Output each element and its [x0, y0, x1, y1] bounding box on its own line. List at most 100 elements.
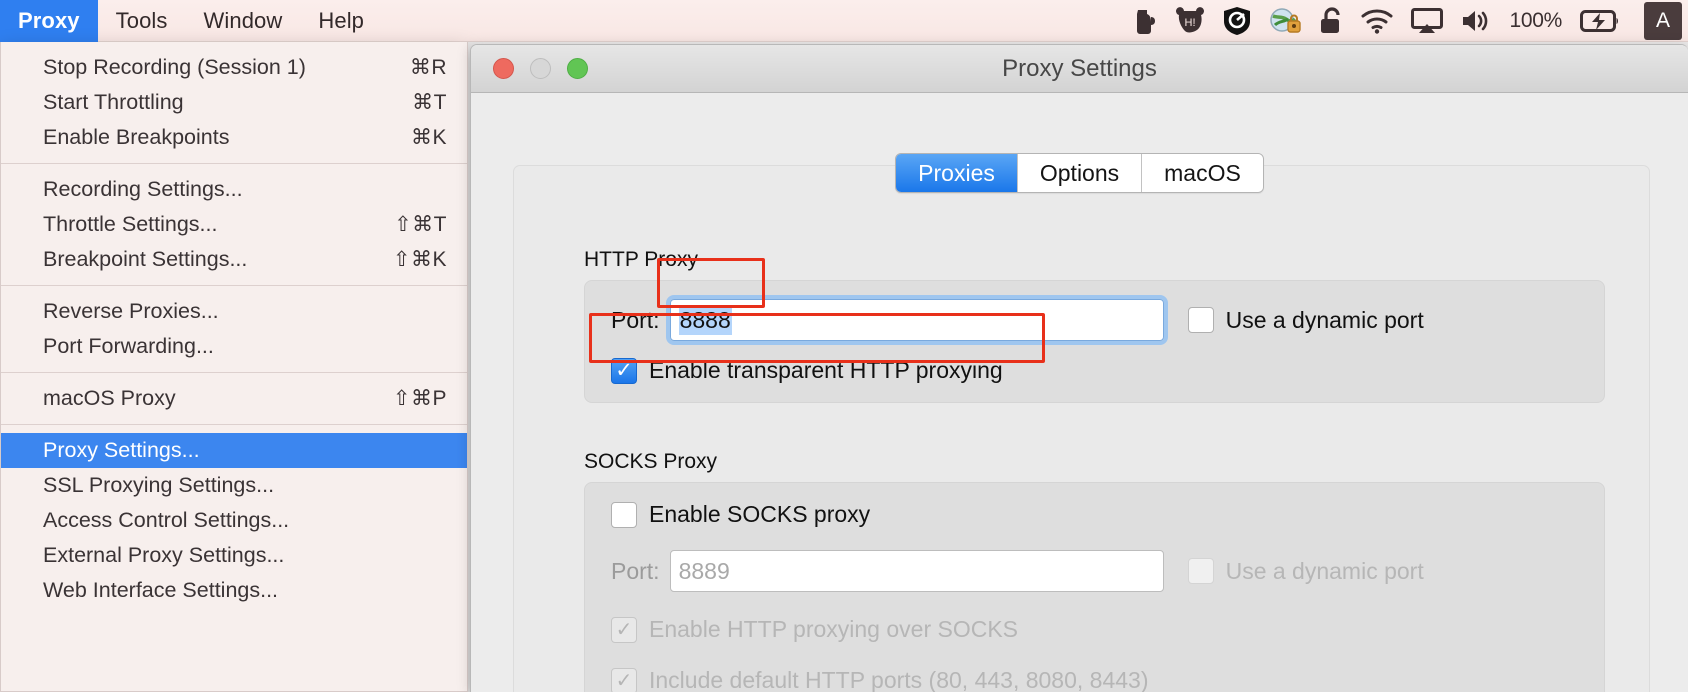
tab-macos[interactable]: macOS	[1141, 154, 1263, 192]
battery-charging-icon[interactable]	[1580, 0, 1620, 42]
socks-port-input[interactable]: 8889	[669, 550, 1164, 592]
menu-separator	[1, 163, 467, 164]
menu-tools-label: Tools	[115, 7, 168, 33]
menu-item-shortcut: ⌘K	[410, 126, 447, 149]
menu-proxy[interactable]: Proxy	[0, 0, 98, 42]
menu-item-shortcut: ⇧⌘K	[392, 248, 447, 271]
http-dynamic-port-checkbox[interactable]	[1187, 307, 1214, 333]
user-avatar[interactable]: A	[1644, 1, 1682, 40]
http-proxy-groupbox: Port: 8888 Use a dynamic port Enable tra…	[584, 280, 1605, 403]
shield-target-icon[interactable]	[1223, 0, 1251, 42]
http-port-input[interactable]: 8888	[665, 295, 1168, 345]
menu-item-proxy-settings[interactable]: Proxy Settings...	[1, 433, 467, 468]
socks-port-placeholder: 8889	[678, 557, 730, 584]
menu-item-label: Start Throttling	[43, 90, 184, 114]
menu-help[interactable]: Help	[300, 0, 382, 42]
socks-default-ports-checkbox[interactable]	[611, 667, 637, 692]
menu-item-label: Web Interface Settings...	[43, 578, 279, 602]
http-port-value: 8888	[678, 305, 732, 335]
socks-default-ports-label: Include default HTTP ports (80, 443, 808…	[649, 667, 1149, 692]
socks-proxy-section-title: SOCKS Proxy	[584, 450, 718, 473]
volume-icon[interactable]	[1461, 0, 1491, 42]
menu-bar-status-area: H! 100% A	[1131, 0, 1688, 42]
menu-item-port-forwarding[interactable]: Port Forwarding...	[1, 329, 467, 364]
settings-tabbar: Proxies Options macOS	[471, 153, 1688, 193]
hiss-bear-icon[interactable]: H!	[1175, 0, 1205, 42]
menu-window[interactable]: Window	[186, 0, 301, 42]
menu-item-access-control-settings[interactable]: Access Control Settings...	[1, 503, 467, 538]
socks-proxy-section: SOCKS Proxy Enable SOCKS proxy Port: 888…	[584, 450, 1605, 692]
socks-enable-row: Enable SOCKS proxy	[585, 501, 1604, 528]
menu-item-label: Port Forwarding...	[43, 334, 214, 358]
menu-item-label: Proxy Settings...	[43, 438, 200, 462]
settings-tabgroup: Proxies Options macOS	[895, 153, 1264, 193]
socks-enable-checkbox[interactable]	[611, 501, 637, 528]
menu-item-label: Access Control Settings...	[43, 508, 290, 532]
user-avatar-initial: A	[1655, 8, 1670, 32]
menu-item-breakpoint-settings[interactable]: Breakpoint Settings... ⇧⌘K	[1, 242, 467, 277]
tab-macos-label: macOS	[1164, 159, 1241, 186]
menu-item-start-throttling[interactable]: Start Throttling ⌘T	[1, 85, 467, 120]
menu-separator	[1, 372, 467, 373]
menu-proxy-label: Proxy	[18, 7, 80, 33]
unlocked-padlock-icon[interactable]	[1319, 0, 1343, 42]
menu-separator	[1, 285, 467, 286]
tab-options[interactable]: Options	[1016, 154, 1142, 192]
airplay-icon[interactable]	[1411, 0, 1444, 42]
tab-proxies[interactable]: Proxies	[896, 154, 1017, 192]
window-title: Proxy Settings	[1002, 54, 1157, 82]
battery-percent-label: 100%	[1509, 8, 1562, 32]
proxy-settings-window: Proxy Settings HTTP Proxy Port: 8888 Use…	[470, 44, 1688, 692]
globe-lock-icon[interactable]	[1269, 0, 1302, 42]
socks-proxy-groupbox: Enable SOCKS proxy Port: 8889 Use a dyna…	[584, 482, 1605, 692]
menu-item-label: External Proxy Settings...	[43, 543, 285, 567]
menu-window-label: Window	[203, 7, 283, 33]
menu-item-label: Breakpoint Settings...	[43, 247, 248, 271]
tab-proxies-label: Proxies	[918, 159, 995, 186]
svg-text:H!: H!	[1185, 17, 1196, 29]
socks-dynamic-port-checkbox[interactable]	[1187, 558, 1214, 584]
menu-item-stop-recording[interactable]: Stop Recording (Session 1) ⌘R	[1, 50, 467, 85]
menu-item-label: Recording Settings...	[43, 177, 243, 201]
http-proxy-section-title: HTTP Proxy	[584, 248, 698, 271]
menu-bar: Proxy Tools Window Help H! 100% A	[0, 0, 1688, 42]
http-dynamic-port-label: Use a dynamic port	[1225, 306, 1424, 333]
socks-default-ports-row: Include default HTTP ports (80, 443, 808…	[585, 667, 1604, 692]
menu-item-macos-proxy[interactable]: macOS Proxy ⇧⌘P	[1, 381, 467, 416]
window-titlebar[interactable]: Proxy Settings	[471, 45, 1688, 93]
settings-panel: HTTP Proxy Port: 8888 Use a dynamic port	[513, 165, 1650, 692]
menu-item-external-proxy-settings[interactable]: External Proxy Settings...	[1, 538, 467, 573]
menu-item-shortcut: ⇧⌘T	[394, 213, 447, 236]
tab-options-label: Options	[1039, 159, 1120, 186]
menu-item-throttle-settings[interactable]: Throttle Settings... ⇧⌘T	[1, 207, 467, 242]
menu-item-label: Throttle Settings...	[43, 212, 218, 236]
menu-item-enable-breakpoints[interactable]: Enable Breakpoints ⌘K	[1, 120, 467, 155]
http-transparent-label: Enable transparent HTTP proxying	[649, 357, 1003, 383]
socks-http-over-socks-checkbox[interactable]	[611, 616, 637, 643]
menu-item-shortcut: ⌘T	[412, 91, 447, 114]
socks-dynamic-port-label: Use a dynamic port	[1225, 557, 1424, 584]
menu-item-web-interface-settings[interactable]: Web Interface Settings...	[1, 573, 467, 608]
http-proxy-section: HTTP Proxy Port: 8888 Use a dynamic port	[584, 248, 1605, 403]
menu-tools[interactable]: Tools	[98, 0, 186, 42]
milk-jug-icon[interactable]	[1131, 0, 1157, 42]
menu-item-label: macOS Proxy	[43, 386, 176, 410]
menu-item-recording-settings[interactable]: Recording Settings...	[1, 172, 467, 207]
socks-http-over-socks-label: Enable HTTP proxying over SOCKS	[649, 616, 1019, 642]
menu-item-shortcut: ⌘R	[409, 56, 447, 79]
menu-item-label: SSL Proxying Settings...	[43, 473, 275, 497]
menu-item-label: Enable Breakpoints	[43, 125, 230, 149]
menu-item-ssl-proxying-settings[interactable]: SSL Proxying Settings...	[1, 468, 467, 503]
wifi-icon[interactable]	[1361, 0, 1393, 42]
menu-separator	[1, 424, 467, 425]
window-body: HTTP Proxy Port: 8888 Use a dynamic port	[471, 93, 1688, 692]
http-transparent-checkbox[interactable]	[611, 357, 637, 384]
menu-help-label: Help	[318, 7, 365, 33]
http-transparent-row: Enable transparent HTTP proxying	[585, 357, 1604, 384]
socks-http-over-socks-row: Enable HTTP proxying over SOCKS	[585, 616, 1604, 643]
proxy-dropdown-menu[interactable]: Stop Recording (Session 1) ⌘R Start Thro…	[0, 42, 468, 692]
menu-bar-items: Proxy Tools Window Help	[0, 0, 382, 42]
menu-item-reverse-proxies[interactable]: Reverse Proxies...	[1, 294, 467, 329]
menu-item-label: Reverse Proxies...	[43, 299, 219, 323]
http-port-row: Port: 8888 Use a dynamic port	[585, 295, 1604, 345]
